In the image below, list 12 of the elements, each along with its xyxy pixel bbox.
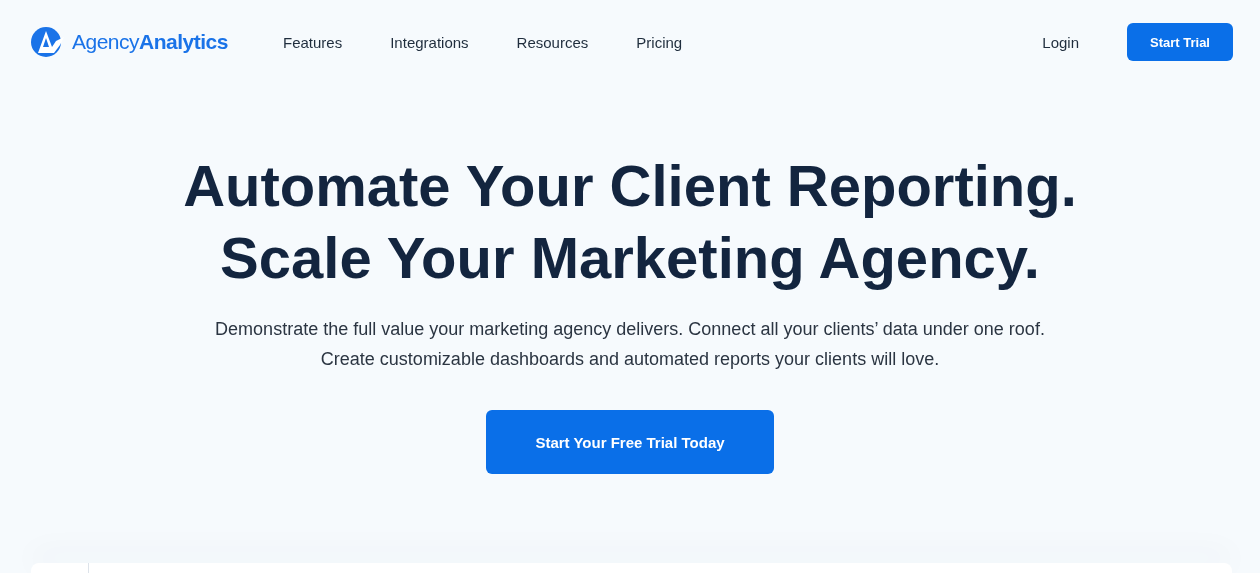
nav-link[interactable]: Pricing: [636, 33, 683, 51]
nav-link[interactable]: Features: [283, 33, 343, 51]
hero-heading: Automate Your Client Reporting.: [183, 152, 1077, 220]
nav-link[interactable]: Resources: [516, 33, 589, 51]
free-trial-button[interactable]: Start Your Free Trial Today: [486, 410, 774, 474]
logo-wordmark[interactable]: AgencyAnalytics: [72, 30, 228, 54]
nav-link[interactable]: Integrations: [390, 33, 469, 51]
hero-heading: Scale Your Marketing Agency.: [220, 224, 1040, 292]
logo-icon: [30, 25, 66, 59]
start-trial-button[interactable]: Start Trial: [1127, 23, 1233, 61]
login-link[interactable]: Login: [1042, 33, 1079, 51]
hero-subtitle: Demonstrate the full value your marketing agency delivers. Connect all your clients’ data under one roof. Create customizable dashboards and automated reports your clients will love.: [214, 318, 1046, 371]
